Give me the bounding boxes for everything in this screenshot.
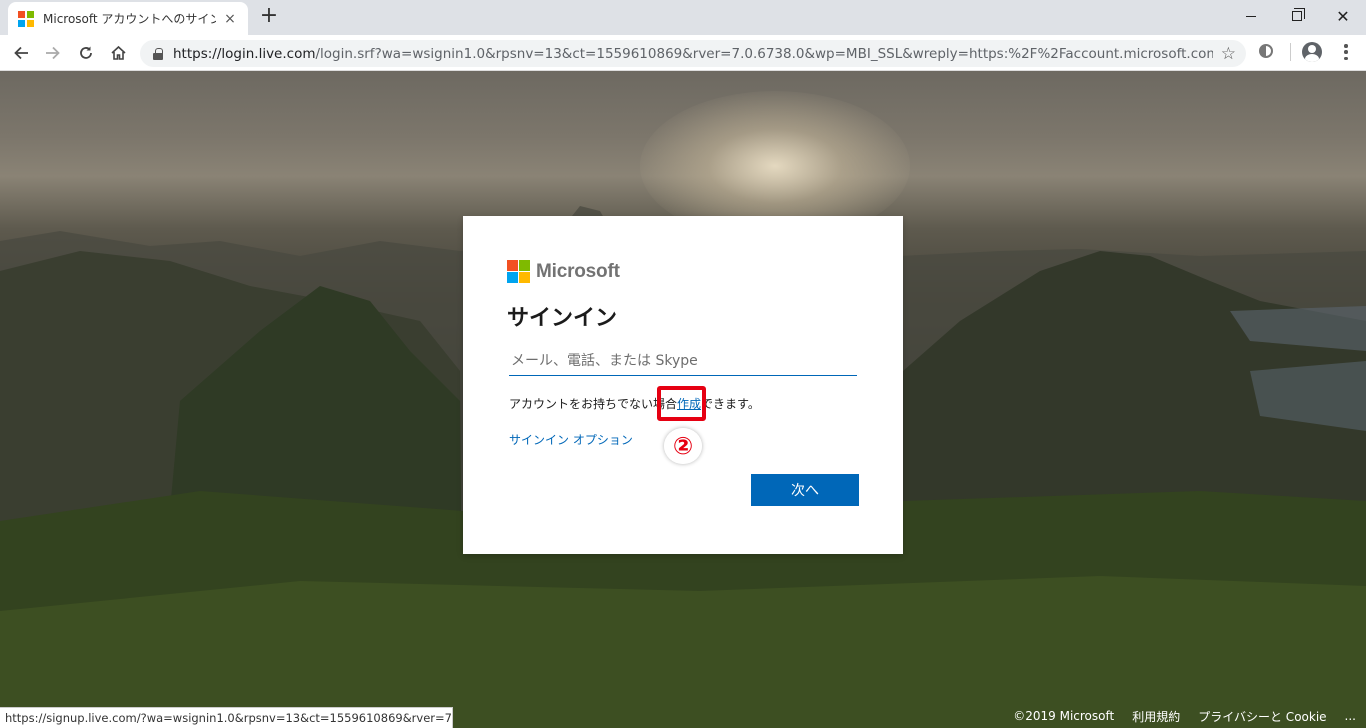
home-icon xyxy=(110,45,126,60)
restore-button[interactable] xyxy=(1274,0,1320,32)
reload-button[interactable] xyxy=(73,40,99,66)
browser-toolbar: https://login.live.com/login.srf?wa=wsig… xyxy=(0,35,1366,71)
bookmark-star-icon[interactable]: ☆ xyxy=(1221,44,1236,64)
step-number-badge: ② xyxy=(664,428,702,464)
restore-icon xyxy=(1292,8,1305,21)
minimize-button[interactable] xyxy=(1228,0,1274,32)
copyright-text: ©2019 Microsoft xyxy=(1013,709,1115,723)
home-button[interactable] xyxy=(105,40,131,66)
microsoft-logo-icon xyxy=(507,260,530,283)
arrow-right-icon xyxy=(46,46,60,60)
back-button[interactable] xyxy=(8,40,34,66)
menu-dots-icon[interactable] xyxy=(1336,41,1356,63)
lock-icon xyxy=(153,47,163,60)
signin-options-link[interactable]: サインイン オプション xyxy=(509,431,633,448)
page-footer: ©2019 Microsoft 利用規約 プライバシーと Cookie ... xyxy=(1013,707,1356,725)
microsoft-logo: Microsoft xyxy=(507,260,620,283)
tab-title: Microsoft アカウントへのサインイン xyxy=(43,12,216,26)
highlight-box xyxy=(657,386,706,421)
url-text: https://login.live.com/login.srf?wa=wsig… xyxy=(173,45,1213,62)
toolbar-divider xyxy=(1290,43,1291,61)
brand-name: Microsoft xyxy=(536,260,620,282)
email-field[interactable] xyxy=(509,346,857,376)
privacy-link[interactable]: プライバシーと Cookie xyxy=(1198,708,1326,725)
arrow-left-icon xyxy=(14,46,28,60)
minimize-icon xyxy=(1246,15,1256,17)
new-tab-button[interactable]: + xyxy=(256,5,282,29)
reload-icon xyxy=(80,46,92,59)
extension-icon[interactable] xyxy=(1259,44,1273,58)
profile-avatar-icon[interactable] xyxy=(1302,42,1322,62)
tab-close-icon[interactable]: × xyxy=(222,11,238,27)
microsoft-favicon-icon xyxy=(18,10,34,27)
close-window-button[interactable]: ✕ xyxy=(1320,0,1366,32)
terms-link[interactable]: 利用規約 xyxy=(1132,708,1180,725)
page-title: サインイン xyxy=(507,306,618,331)
forward-button[interactable] xyxy=(40,40,66,66)
tab-bar: Microsoft アカウントへのサインイン × + ✕ xyxy=(0,0,1366,35)
signin-card: Microsoft サインイン アカウントをお持ちでない場合作成できます。 サイ… xyxy=(463,216,903,554)
browser-tab[interactable]: Microsoft アカウントへのサインイン × xyxy=(8,2,248,35)
no-account-text: アカウントをお持ちでない場合作成できます。 xyxy=(509,397,760,411)
address-bar[interactable]: https://login.live.com/login.srf?wa=wsig… xyxy=(140,40,1246,67)
more-options-link[interactable]: ... xyxy=(1345,709,1356,723)
status-bar-url: https://signup.live.com/?wa=wsignin1.0&r… xyxy=(0,707,453,728)
next-button[interactable]: 次へ xyxy=(751,474,859,506)
